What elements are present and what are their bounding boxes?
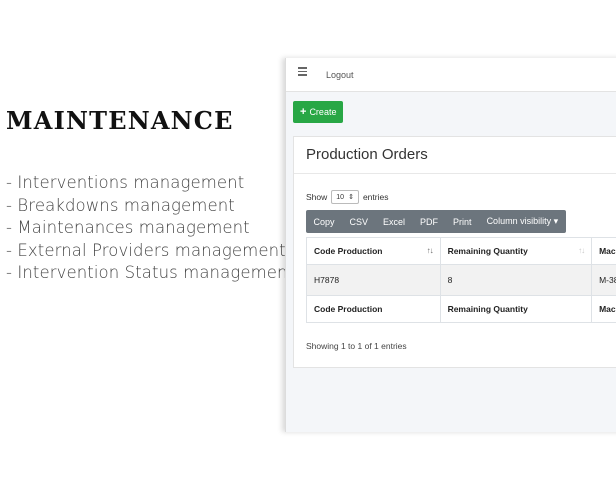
top-navbar: Logout [286,58,616,92]
feature-item: - External Providers management [6,240,286,260]
feature-item: - Maintenances management [6,218,250,238]
feature-item: - Interventions management [6,173,245,192]
footer-machine: Mac [591,295,616,323]
logout-link[interactable]: Logout [326,70,354,80]
column-header-code-production[interactable]: Code Production ↑↓ [306,237,441,265]
hamburger-icon[interactable] [298,67,307,78]
table-cell: 8 [439,264,593,296]
excel-button[interactable]: Excel [376,217,413,227]
create-button[interactable]: + Create [293,101,344,123]
print-button[interactable]: Print [446,217,480,227]
column-header-machine[interactable]: Mac [591,237,616,265]
feature-item: - Breakdowns management [6,195,235,215]
table-cell: H7878 [306,264,441,296]
create-label: Create [309,107,337,117]
csv-button[interactable]: CSV [342,217,376,227]
table-footer-row: Code Production Remaining Quantity Mac [306,295,616,323]
sort-icon: ↑↓ [578,246,585,255]
column-visibility-button[interactable]: Column visibility ▾ [479,216,566,227]
feature-list: - Interventions management - Breakdowns … [6,172,294,285]
table-row[interactable]: H7878 8 M-38 [306,264,616,296]
entries-label: entries [362,192,389,202]
show-label: Show [306,192,328,202]
production-orders-table: Code Production ↑↓ Remaining Quantity ↑↓… [306,237,616,323]
copy-button[interactable]: Copy [306,217,342,227]
export-button-group: Copy CSV Excel PDF Print Column visibili… [306,210,566,233]
footer-code-production: Code Production [306,295,441,323]
feature-item: - Intervention Status management [6,263,295,283]
pdf-button[interactable]: PDF [413,217,446,227]
sort-asc-icon: ↑↓ [426,246,434,255]
promo-title: MAINTENANCE [6,106,234,135]
column-header-remaining-quantity[interactable]: Remaining Quantity ↑↓ [439,237,593,265]
page-length-value: 10 [336,193,345,201]
card-divider [294,173,616,174]
app-window: Logout + Create Production Orders Show 1… [285,58,616,432]
footer-remaining-quantity: Remaining Quantity [439,295,593,323]
table-info: Showing 1 to 1 of 1 entries [306,341,407,351]
table-header-row: Code Production ↑↓ Remaining Quantity ↑↓… [306,237,616,265]
table-cell: M-38 [591,264,616,296]
select-arrows-icon: ⇕ [348,194,354,201]
page-length-select[interactable]: 10 ⇕ [331,190,359,204]
page-length-control: Show 10 ⇕ entries [306,190,388,204]
plus-icon: + [300,106,307,118]
production-orders-card: Production Orders Show 10 ⇕ entries Copy… [293,136,616,368]
card-title: Production Orders [306,146,428,163]
